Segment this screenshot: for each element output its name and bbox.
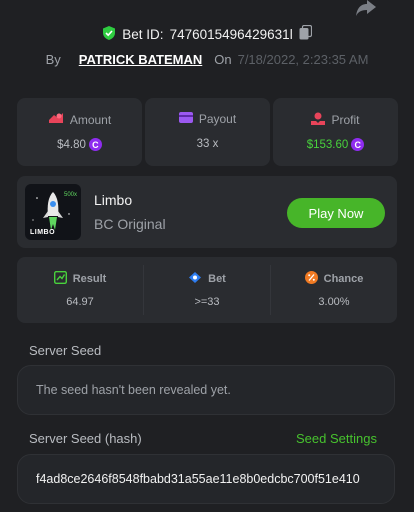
result-card: Result 64.97 Bet >=33 Chance 3.00% <box>17 257 397 323</box>
game-name: Limbo <box>94 192 133 208</box>
game-card: 500x LIMBO Limbo BC Original Play Now <box>17 176 397 248</box>
coin-icon: C <box>88 138 102 151</box>
thumbnail-multiplier: 500x <box>63 192 77 198</box>
server-seed-label: Server Seed <box>29 343 102 358</box>
payout-icon <box>178 112 193 126</box>
bet-icon <box>188 271 202 287</box>
amount-card: Amount $4.80 C <box>17 98 142 166</box>
chance-value: 3.00% <box>318 296 350 308</box>
bet-value: >=33 <box>194 296 220 308</box>
on-label: On <box>214 51 232 67</box>
amount-value: $4.80 <box>57 138 86 151</box>
bet-id-value: 7476015496429631l <box>169 26 293 42</box>
profit-value: $153.60 <box>306 138 349 151</box>
server-seed-hash-label: Server Seed (hash) <box>29 431 142 446</box>
copy-icon[interactable] <box>299 24 312 43</box>
payout-label: Payout <box>198 112 237 126</box>
amount-label: Amount <box>69 112 112 127</box>
result-value: 64.97 <box>66 296 94 308</box>
amount-icon <box>48 112 64 127</box>
payout-value: 33 x <box>196 138 219 150</box>
play-now-button[interactable]: Play Now <box>287 198 385 228</box>
chance-label: Chance <box>323 273 364 285</box>
author-row: By PATRICK BATEMAN On 7/18/2022, 2:23:35… <box>0 50 414 68</box>
bet-datetime: 7/18/2022, 2:23:35 AM <box>237 51 369 67</box>
payout-card: Payout 33 x <box>145 98 270 166</box>
server-seed-hash-box[interactable]: f4ad8ce2646f8548fbabd31a55ae11e8b0edcbc7… <box>17 454 395 504</box>
bet-label: Bet <box>208 273 226 285</box>
server-seed-hash-value: f4ad8ce2646f8548fbabd31a55ae11e8b0edcbc7… <box>36 472 360 486</box>
profit-card: Profit $153.60 C <box>273 98 398 166</box>
server-seed-box: The seed hasn't been revealed yet. <box>17 365 395 415</box>
username-link[interactable]: PATRICK BATEMAN <box>79 52 203 67</box>
chance-icon <box>304 271 318 287</box>
game-subtitle: BC Original <box>94 216 166 232</box>
result-column: Result 64.97 <box>17 257 143 323</box>
verified-shield-icon <box>102 25 116 43</box>
thumbnail-label: LIMBO <box>30 229 56 236</box>
share-icon[interactable] <box>355 0 377 16</box>
result-icon <box>53 270 67 287</box>
server-seed-text: The seed hasn't been revealed yet. <box>36 383 231 397</box>
bet-column: Bet >=33 <box>144 257 270 323</box>
result-label: Result <box>72 273 107 285</box>
profit-label: Profit <box>331 113 360 127</box>
bet-id-row: Bet ID: 7476015496429631l <box>0 24 414 44</box>
limbo-thumbnail[interactable]: 500x LIMBO <box>25 184 81 240</box>
seed-settings-link[interactable]: Seed Settings <box>296 431 377 446</box>
by-label: By <box>45 51 61 67</box>
coin-icon: C <box>351 138 365 151</box>
profit-icon <box>311 112 326 128</box>
bet-id-label: Bet ID: <box>122 26 164 42</box>
chance-column: Chance 3.00% <box>271 257 397 323</box>
